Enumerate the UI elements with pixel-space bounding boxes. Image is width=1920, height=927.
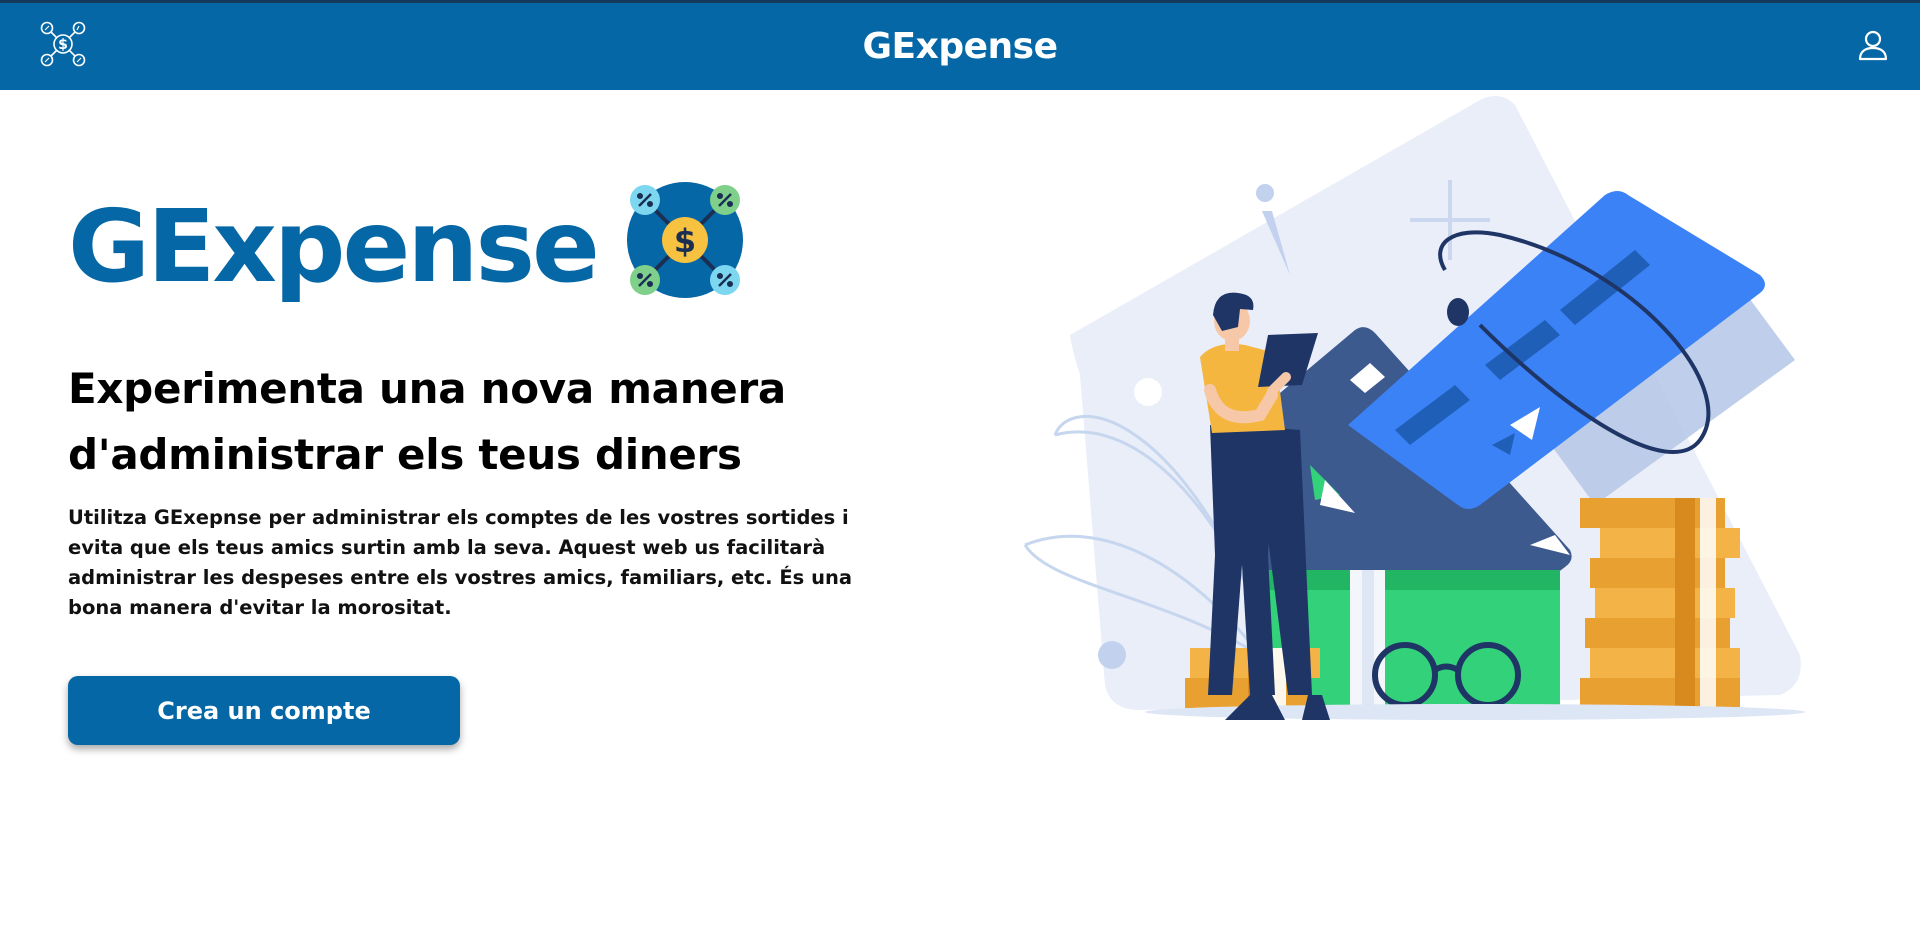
hero-title: GExpense xyxy=(68,188,600,305)
app-header: $ GExpense xyxy=(0,3,1920,90)
svg-text:$: $ xyxy=(58,37,68,53)
user-icon[interactable] xyxy=(1856,28,1890,62)
svg-text:$: $ xyxy=(674,222,696,260)
hero-subtitle: Experimenta una nova manera d'administra… xyxy=(68,364,786,479)
create-account-button[interactable]: Crea un compte xyxy=(68,676,460,745)
finance-illustration xyxy=(1010,95,1810,735)
hero-title-row: GExpense $ xyxy=(68,182,747,305)
app-title: GExpense xyxy=(862,26,1058,67)
money-network-icon[interactable]: $ xyxy=(38,19,88,69)
hero-description: Utilitza GExepnse per administrar els co… xyxy=(68,506,852,619)
money-network-icon: $ xyxy=(623,178,747,302)
